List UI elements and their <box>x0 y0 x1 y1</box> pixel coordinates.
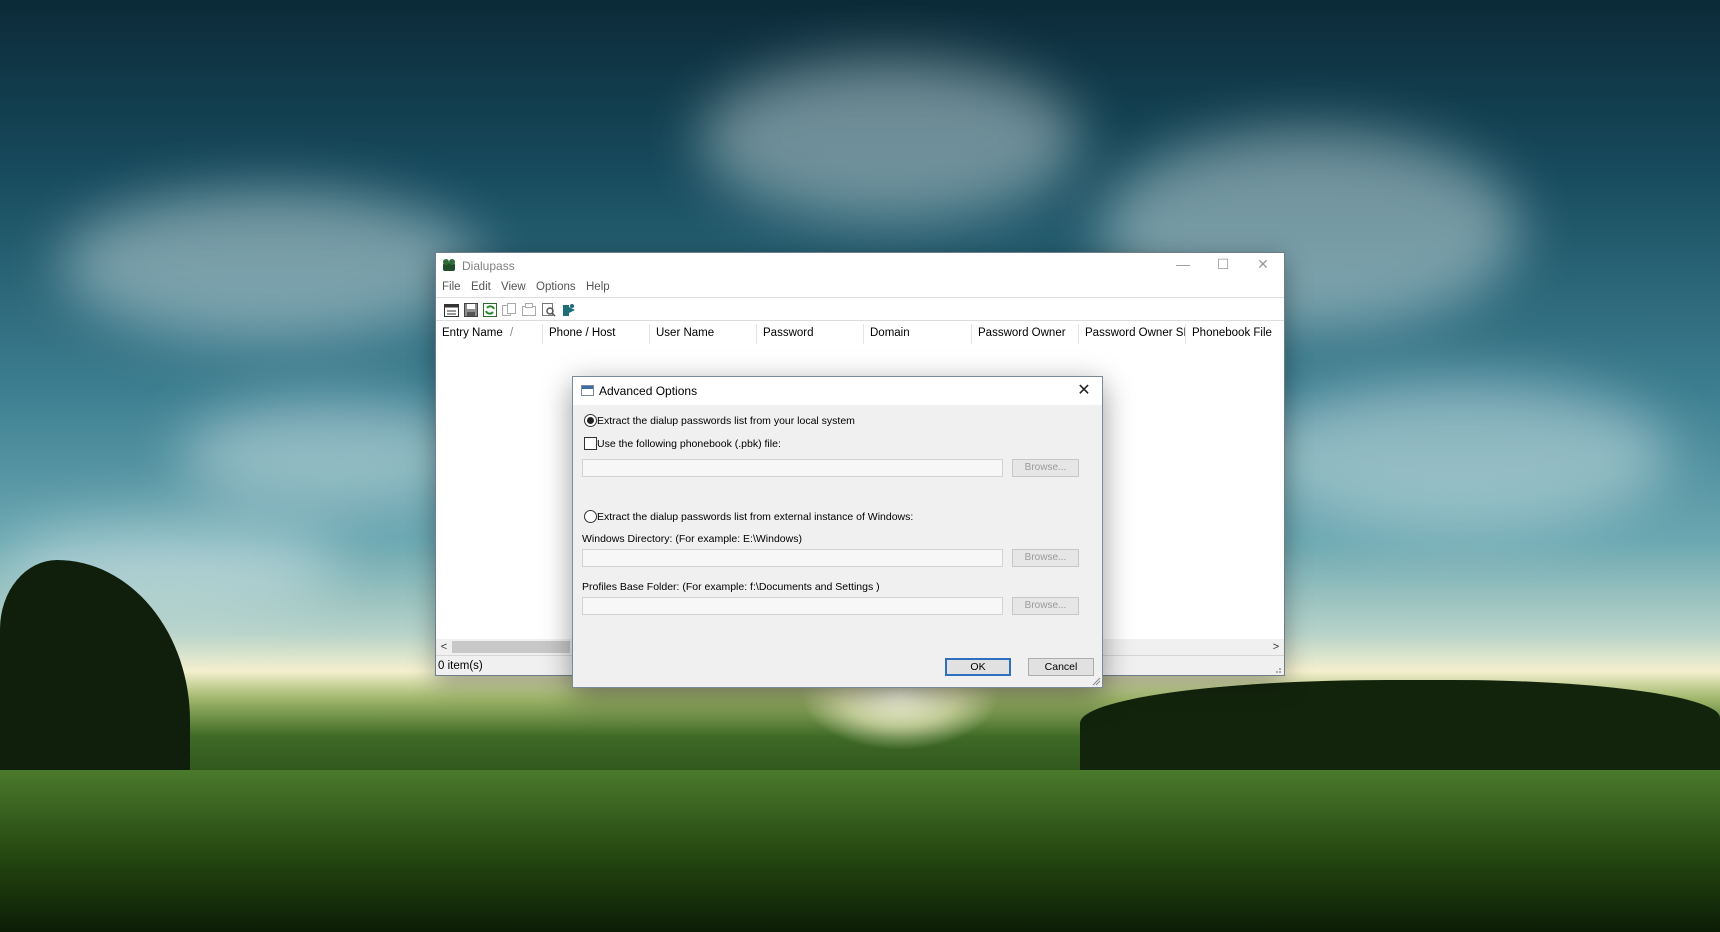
radio-external-windows[interactable] <box>584 510 597 523</box>
list-header: Entry Name / Phone / Host User Name Pass… <box>436 324 1284 344</box>
advanced-options-dialog: Advanced Options ✕ Extract the dialup pa… <box>572 376 1103 688</box>
column-password-owner[interactable]: Password Owner <box>972 324 1079 344</box>
close-button[interactable]: ✕ <box>1243 253 1283 277</box>
column-label: Password Owner <box>978 327 1066 339</box>
find-icon[interactable] <box>540 301 558 319</box>
window-title: Dialupass <box>462 259 515 273</box>
sort-indicator-icon: / <box>510 327 514 339</box>
column-label: Phone / Host <box>549 327 616 339</box>
column-password[interactable]: Password <box>757 324 864 344</box>
exit-icon[interactable] <box>560 301 578 319</box>
column-domain[interactable]: Domain <box>864 324 972 344</box>
column-user-name[interactable]: User Name <box>650 324 757 344</box>
radio-local-system[interactable] <box>584 414 597 427</box>
title-bar: Dialupass — ☐ ✕ <box>436 253 1284 277</box>
dialog-title: Advanced Options <box>599 384 698 398</box>
column-label: Password Owner SID <box>1085 327 1186 339</box>
dialog-close-button[interactable]: ✕ <box>1069 380 1099 402</box>
radio-external-windows-label[interactable]: Extract the dialup passwords list from e… <box>597 511 913 523</box>
checkbox-phonebook-label[interactable]: Use the following phonebook (.pbk) file: <box>597 438 781 450</box>
column-phone-host[interactable]: Phone / Host <box>543 324 650 344</box>
windows-directory-label: Windows Directory: (For example: E:\Wind… <box>582 533 802 545</box>
dialog-resize-grip-icon[interactable] <box>1091 676 1101 686</box>
phonebook-browse-button[interactable]: Browse... <box>1012 459 1079 477</box>
toolbar <box>436 297 1284 321</box>
checkbox-phonebook-file[interactable] <box>584 437 597 450</box>
column-label: User Name <box>656 327 715 339</box>
scroll-right-icon[interactable]: > <box>1268 639 1284 655</box>
column-phonebook-file[interactable]: Phonebook File <box>1186 324 1284 344</box>
properties-icon[interactable] <box>442 301 460 319</box>
radio-local-system-label[interactable]: Extract the dialup passwords list from y… <box>597 415 855 427</box>
windows-directory-field[interactable] <box>582 549 1003 567</box>
minimize-button[interactable]: — <box>1163 253 1203 277</box>
column-password-owner-sid[interactable]: Password Owner SID <box>1079 324 1186 344</box>
scroll-thumb[interactable] <box>452 641 570 653</box>
menu-help[interactable]: Help <box>586 281 610 293</box>
advanced-options-icon[interactable] <box>520 301 538 319</box>
menu-view[interactable]: View <box>501 281 526 293</box>
resize-grip-icon[interactable] <box>1272 664 1282 674</box>
menu-file[interactable]: File <box>442 281 461 293</box>
menu-edit[interactable]: Edit <box>471 281 491 293</box>
maximize-button[interactable]: ☐ <box>1203 253 1243 277</box>
menu-bar: File Edit View Options Help <box>436 277 1284 297</box>
column-label: Domain <box>870 327 910 339</box>
menu-options[interactable]: Options <box>536 281 576 293</box>
dialog-window-icon <box>581 385 594 396</box>
column-label: Password <box>763 327 814 339</box>
ok-button[interactable]: OK <box>945 658 1011 676</box>
save-icon[interactable] <box>462 301 480 319</box>
phonebook-path-field[interactable] <box>582 459 1003 477</box>
profiles-base-folder-label: Profiles Base Folder: (For example: f:\D… <box>582 581 880 593</box>
column-entry-name[interactable]: Entry Name / <box>436 324 543 344</box>
windows-directory-browse-button[interactable]: Browse... <box>1012 549 1079 567</box>
profiles-base-folder-field[interactable] <box>582 597 1003 615</box>
cancel-button[interactable]: Cancel <box>1028 658 1094 676</box>
copy-icon[interactable] <box>500 301 518 319</box>
item-count: 0 item(s) <box>438 660 483 672</box>
scroll-left-icon[interactable]: < <box>436 639 452 655</box>
column-label: Entry Name <box>442 327 503 339</box>
dialupass-app-icon <box>443 259 455 271</box>
refresh-icon[interactable] <box>481 301 499 319</box>
profiles-browse-button[interactable]: Browse... <box>1012 597 1079 615</box>
dialog-title-bar: Advanced Options ✕ <box>573 377 1102 405</box>
column-label: Phonebook File <box>1192 327 1272 339</box>
